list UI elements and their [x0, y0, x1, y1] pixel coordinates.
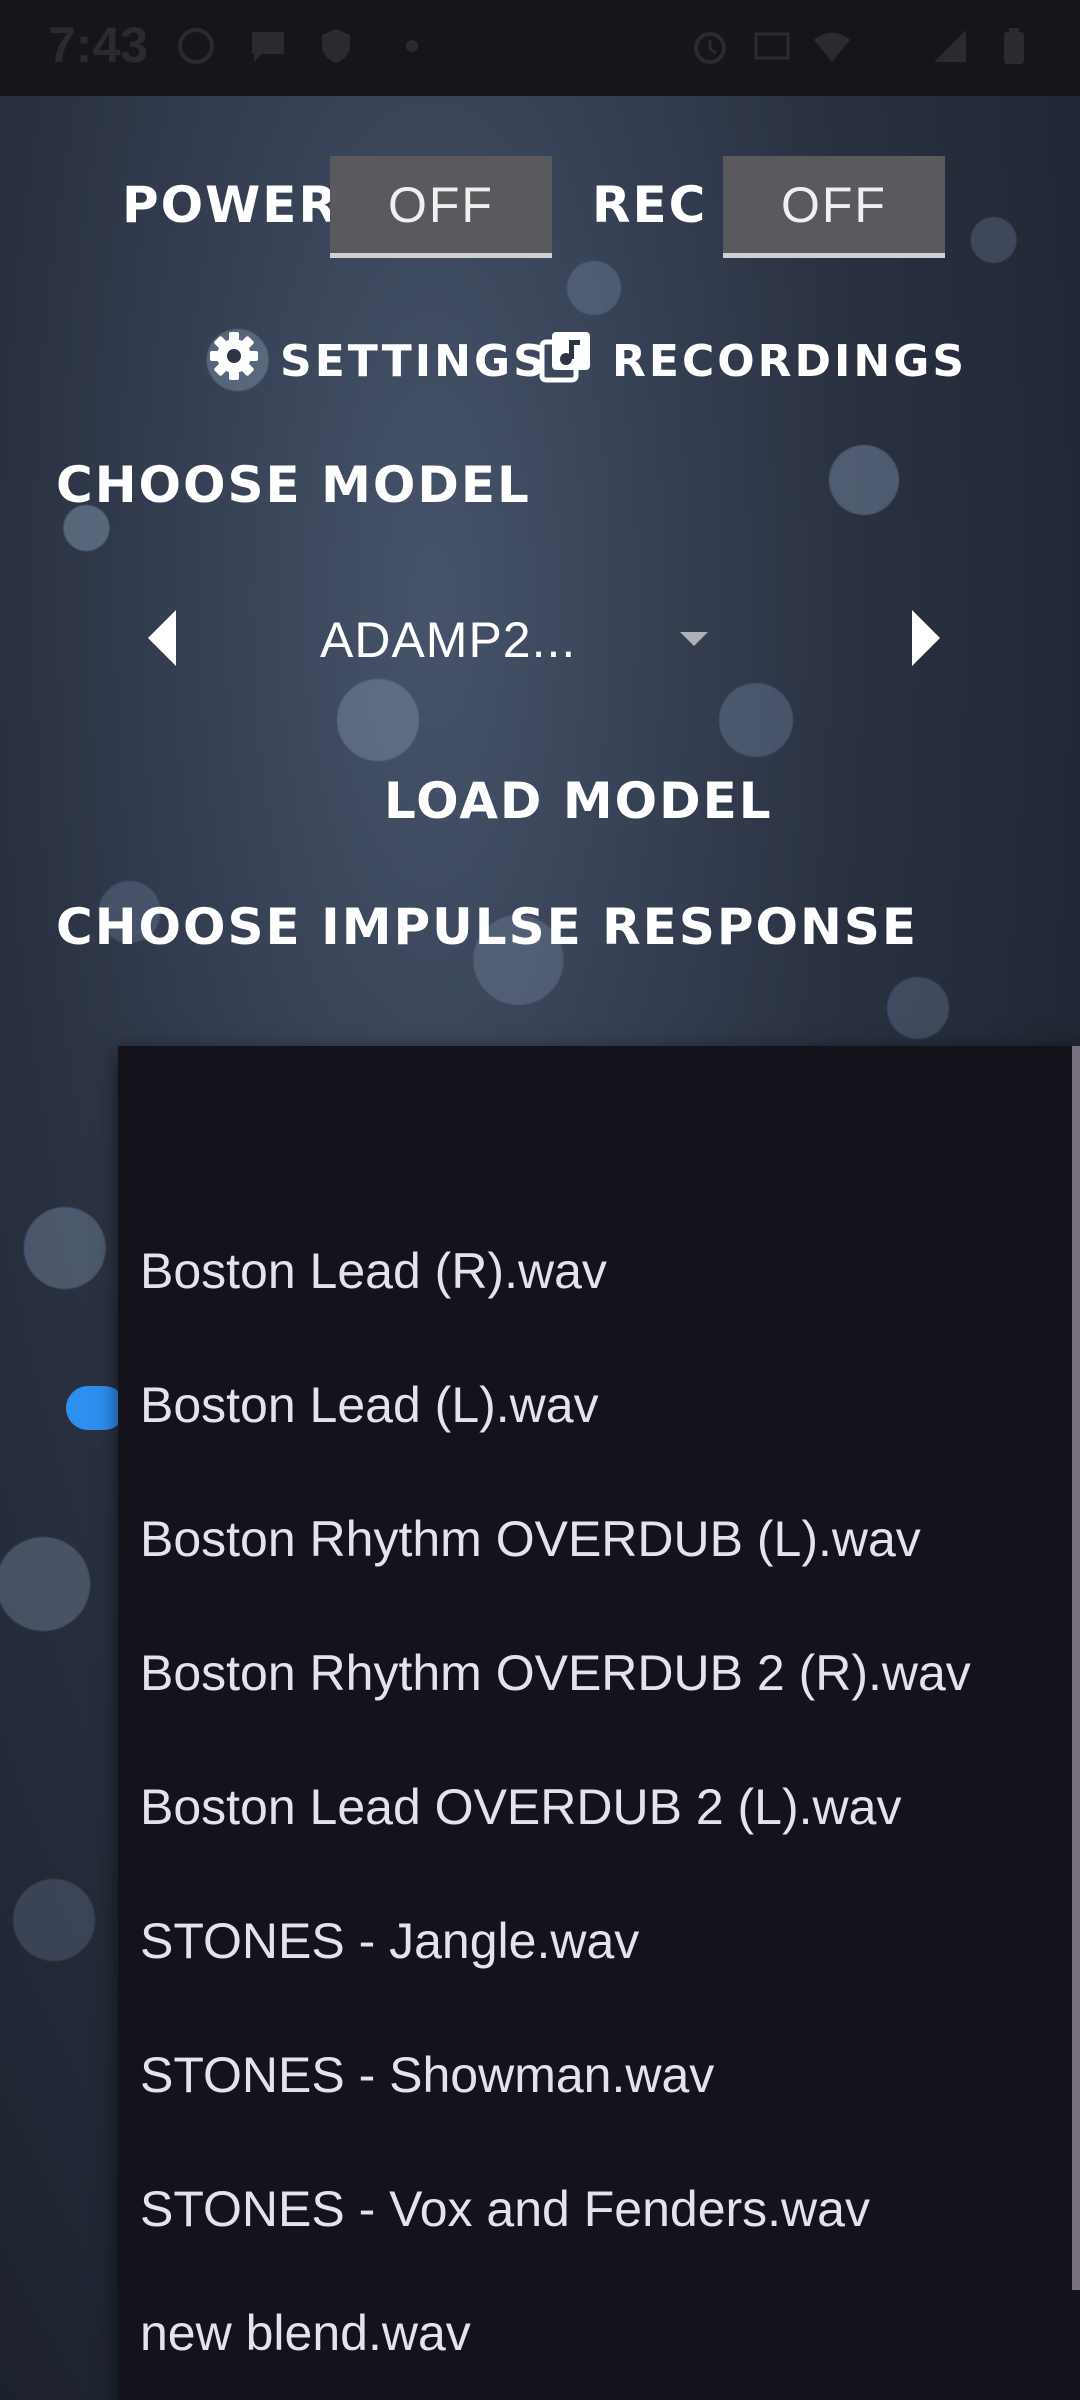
impulse-response-dropdown-list: Boston Lead (R).wav Boston Lead (L).wav … — [118, 1046, 1080, 2400]
power-label: POWER — [122, 176, 339, 234]
battery-icon — [994, 26, 1034, 66]
load-model-button[interactable]: LOAD MODEL — [384, 772, 773, 830]
slider-handle[interactable] — [66, 1386, 126, 1430]
settings-label: SETTINGS — [280, 336, 548, 387]
dropdown-item[interactable]: Boston Rhythm OVERDUB (L).wav — [140, 1472, 1070, 1606]
dropdown-scrollbar[interactable] — [1072, 1046, 1080, 2290]
status-bar: 7:43 — [0, 0, 1080, 96]
music-library-icon — [538, 328, 612, 395]
status-time: 7:43 — [48, 17, 149, 73]
dropdown-item[interactable]: Boston Lead (L).wav — [140, 1338, 1070, 1472]
chat-icon — [248, 26, 288, 66]
dropdown-item[interactable]: Boston Rhythm OVERDUB 2 (R).wav — [140, 1606, 1070, 1740]
dropdown-item[interactable]: STONES - Jangle.wav — [140, 1874, 1070, 2008]
next-model-arrow-icon[interactable] — [904, 606, 944, 670]
dropdown-item[interactable]: Boston Lead (R).wav — [140, 1204, 1070, 1338]
gear-icon — [206, 328, 280, 395]
power-toggle-button[interactable]: OFF — [330, 156, 552, 258]
model-select[interactable]: ADAMP2... — [320, 600, 720, 680]
rec-toggle-button[interactable]: OFF — [723, 156, 945, 258]
shield-icon — [316, 26, 356, 66]
app-screen: 7:43 POWER OFF REC OFF SETTINGS RECORDIN… — [0, 0, 1080, 2400]
dropdown-item[interactable]: STONES - Showman.wav — [140, 2008, 1070, 2142]
dropdown-item[interactable]: Boston Lead OVERDUB 2 (L).wav — [140, 1740, 1070, 1874]
volte-icon — [752, 26, 792, 66]
choose-model-heading: CHOOSE MODEL — [56, 456, 531, 514]
dropdown-caret-icon — [680, 632, 708, 646]
recordings-label: RECORDINGS — [612, 336, 968, 387]
dropdown-item[interactable]: new blend.wav — [140, 2266, 1070, 2400]
dot-icon — [392, 26, 432, 66]
dropdown-item[interactable]: STONES - Vox and Fenders.wav — [140, 2142, 1070, 2276]
model-select-value: ADAMP2... — [320, 612, 577, 668]
choose-impulse-response-heading: CHOOSE IMPULSE RESPONSE — [56, 898, 918, 956]
dropdown-item-empty[interactable] — [140, 1070, 1070, 1204]
previous-model-arrow-icon[interactable] — [144, 606, 184, 670]
signal-icon — [930, 26, 970, 66]
settings-button[interactable]: SETTINGS — [206, 328, 548, 395]
alarm-icon — [690, 26, 730, 66]
whatsapp-icon — [176, 26, 216, 66]
wifi-icon — [812, 26, 872, 66]
recordings-button[interactable]: RECORDINGS — [538, 328, 967, 395]
rec-label: REC — [592, 176, 708, 234]
